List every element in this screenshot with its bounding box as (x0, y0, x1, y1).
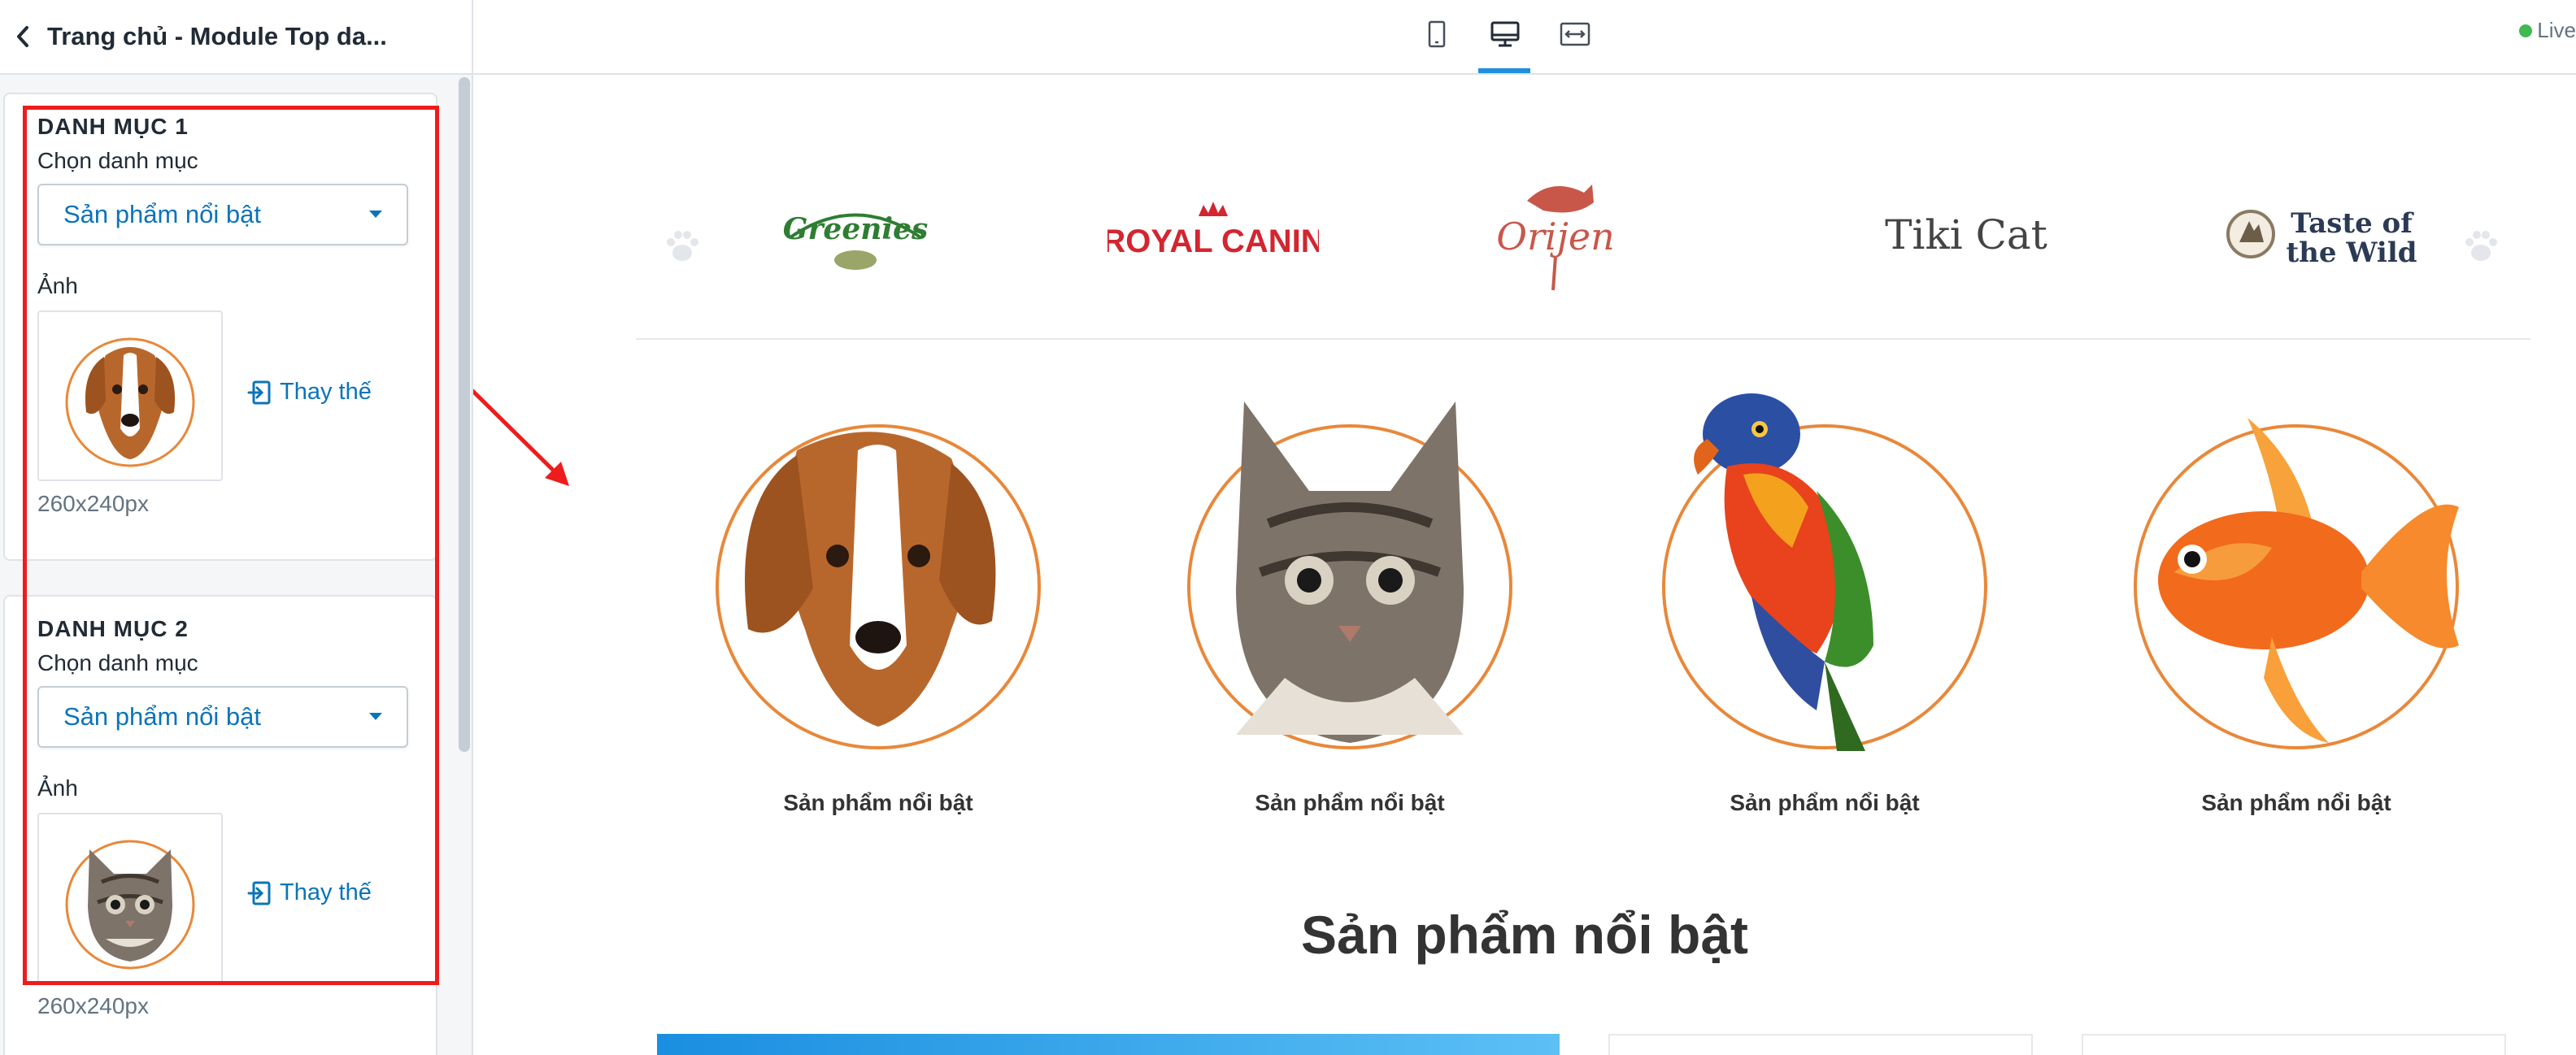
paw-icon (667, 231, 698, 261)
category-label: Sản phẩm nổi bật (1730, 790, 1920, 815)
live-status: Live (2519, 18, 2576, 43)
view-mobile-button[interactable] (1416, 16, 1457, 52)
paw-icon (2465, 231, 2497, 261)
category-label: Sản phẩm nổi bật (1255, 790, 1445, 815)
brand-name-line: Taste of (2291, 207, 2414, 240)
section-divider (636, 338, 2530, 340)
brand-name: Greenies (783, 212, 929, 246)
category-tile-cat[interactable]: Sản phẩm nổi bật (1155, 392, 1512, 831)
category-heading: DANH MỤC 1 (37, 114, 189, 139)
product-card[interactable] (1608, 1034, 2033, 1055)
select-label: Chọn danh mục (37, 148, 198, 173)
category-image-thumbnail[interactable] (37, 813, 223, 983)
category-select[interactable]: Sản phẩm nổi bật (37, 184, 408, 245)
brand-name: Orijen (1496, 215, 1615, 258)
brand-name: Tiki Cat (1885, 211, 2047, 258)
category-card-2: DANH MỤC 2 Chọn danh mục Sản phẩm nổi bậ… (3, 595, 437, 1055)
taste-of-the-wild-logo: Taste of the Wild (2226, 207, 2417, 269)
brand-logo-orijen[interactable]: Orijen (1478, 172, 1633, 294)
royal-canin-logo: ROYAL CANIN (1107, 202, 1319, 259)
brand-name-line: the Wild (2286, 237, 2417, 269)
page-title: Trang chủ - Module Top da... (47, 22, 387, 50)
product-card[interactable] (2082, 1034, 2506, 1055)
brand-logo-greenies[interactable]: Greenies (774, 172, 937, 294)
select-value: Sản phẩm nổi bật (63, 702, 262, 731)
replace-icon (247, 881, 271, 905)
carousel-next-arrow[interactable] (2461, 226, 2501, 271)
greenies-logo: Greenies (783, 212, 929, 270)
image-size-hint: 260x240px (37, 993, 150, 1018)
replace-image-button[interactable]: Thay thế (247, 879, 372, 906)
sidebar-header: Trang chủ - Module Top da... (0, 0, 472, 75)
active-view-indicator (1478, 68, 1530, 73)
replace-label: Thay thế (280, 379, 372, 405)
carousel-prev-arrow[interactable] (662, 226, 703, 271)
back-button[interactable] (5, 19, 41, 54)
view-desktop-button[interactable] (1485, 16, 1525, 52)
status-dot-icon (2519, 24, 2533, 37)
category-label: Sản phẩm nổi bật (783, 790, 973, 815)
image-size-hint: 260x240px (37, 491, 150, 516)
orijen-logo: Orijen (1496, 185, 1615, 291)
replace-label: Thay thế (280, 879, 372, 905)
chevron-left-icon (17, 26, 28, 47)
category-tile-parrot[interactable]: Sản phẩm nổi bật (1630, 392, 1987, 831)
category-heading: DANH MỤC 2 (37, 616, 189, 641)
goldfish-image (2158, 418, 2459, 743)
category-tile-goldfish[interactable]: Sản phẩm nổi bật (2101, 392, 2459, 831)
sidebar-scrollbar-thumb[interactable] (459, 77, 470, 752)
tiki-cat-logo: Tiki Cat (1885, 211, 2047, 258)
preview-toolbar: Live (473, 0, 2576, 75)
caret-down-icon (369, 713, 382, 720)
dog-image (745, 432, 996, 727)
dog-image (65, 337, 195, 467)
select-label: Chọn danh mục (37, 650, 198, 675)
featured-banner[interactable] (657, 1034, 1560, 1055)
category-label: Sản phẩm nổi bật (2201, 790, 2391, 815)
settings-sidebar: Trang chủ - Module Top da... DANH MỤC 1 … (0, 0, 473, 1055)
image-label: Ảnh (37, 775, 78, 801)
brand-name: ROYAL CANIN (1107, 224, 1319, 259)
live-label: Live (2537, 18, 2576, 42)
replace-image-button[interactable]: Thay thế (247, 379, 372, 406)
replace-icon (247, 380, 271, 404)
desktop-icon (1490, 21, 1520, 47)
image-label: Ảnh (37, 273, 78, 298)
select-value: Sản phẩm nổi bật (63, 200, 262, 228)
parrot-image (1694, 393, 1873, 751)
category-select[interactable]: Sản phẩm nổi bật (37, 686, 408, 748)
category-tile-dog[interactable]: Sản phẩm nổi bật (683, 392, 1041, 831)
store-preview: Greenies ROYAL CANIN Orijen Tiki Cat Tas… (473, 75, 2576, 1055)
category-card-1: DANH MỤC 1 Chọn danh mục Sản phẩm nổi bậ… (3, 93, 437, 561)
view-full-width-button[interactable] (1555, 16, 1595, 52)
cat-image (1236, 402, 1464, 743)
full-width-icon (1560, 22, 1590, 46)
cat-image (65, 840, 195, 970)
annotation-arrow (473, 389, 569, 486)
mobile-icon (1428, 20, 1446, 48)
brand-logo-tiki-cat[interactable]: Tiki Cat (1885, 172, 2047, 294)
featured-section-title: Sản phẩm nổi bật (1300, 905, 1749, 965)
brand-logo-royal-canin[interactable]: ROYAL CANIN (1107, 172, 1319, 294)
category-image-thumbnail[interactable] (37, 310, 223, 481)
brand-logo-taste-of-the-wild[interactable]: Taste of the Wild (2221, 172, 2433, 294)
caret-down-icon (369, 211, 382, 218)
